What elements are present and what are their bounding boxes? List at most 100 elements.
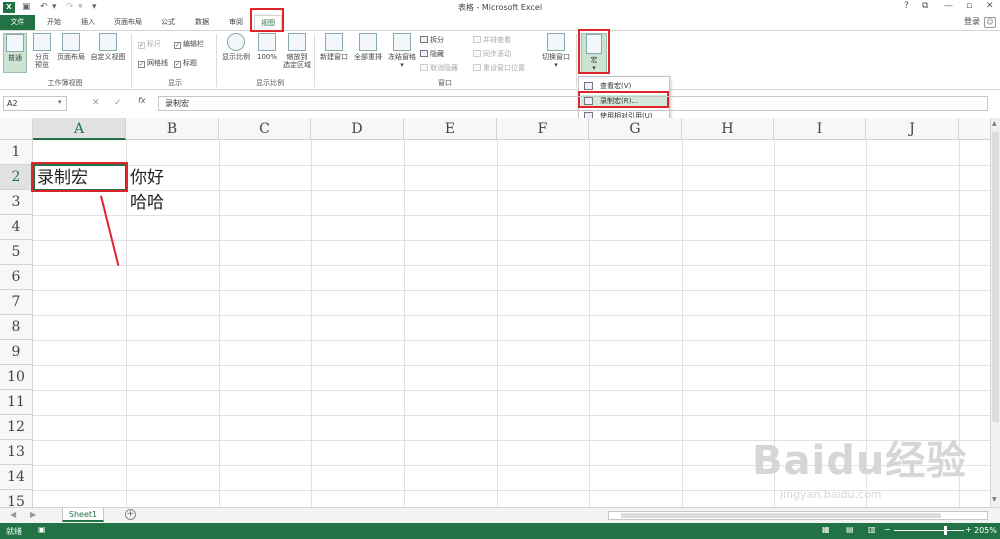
status-bar: 就绪 ▣ ▦ ▤ ▥ − + 205%: [0, 523, 1000, 539]
tab-file[interactable]: 文件: [0, 15, 35, 30]
zoom-100-button[interactable]: 100%: [254, 33, 280, 73]
horizontal-scrollbar[interactable]: [608, 511, 988, 520]
switch-windows-button[interactable]: 切换窗口 ▾: [540, 33, 572, 77]
normal-view-button[interactable]: 普通: [3, 33, 27, 73]
cell-b3[interactable]: 哈哈: [130, 191, 164, 215]
cancel-icon[interactable]: ✕: [92, 98, 100, 108]
zoom-to-selection-button[interactable]: 缩放到 选定区域: [282, 33, 312, 75]
row-header-12[interactable]: 12: [0, 415, 33, 440]
group-label-zoom: 显示比例: [256, 79, 284, 87]
column-header-b[interactable]: B: [126, 118, 219, 140]
horizontal-scroll-thumb[interactable]: [621, 513, 941, 518]
view-side-by-side-button[interactable]: 并排查看: [473, 35, 511, 45]
add-sheet-icon[interactable]: +: [125, 509, 136, 520]
row-header-6[interactable]: 6: [0, 265, 33, 290]
sync-scrolling-button[interactable]: 同步滚动: [473, 49, 511, 59]
page-layout-view-button[interactable]: 页面布局: [55, 33, 87, 73]
column-header-c[interactable]: C: [219, 118, 311, 140]
zoom-out-icon[interactable]: −: [884, 525, 891, 534]
gridlines-checkbox[interactable]: ✓ 网格线: [138, 58, 168, 68]
column-header-e[interactable]: E: [404, 118, 497, 140]
vertical-scroll-thumb[interactable]: [992, 132, 999, 422]
zoom-slider[interactable]: [894, 530, 964, 531]
zoom-slider-thumb[interactable]: [944, 526, 947, 535]
page-break-status-icon[interactable]: ▥: [868, 525, 876, 534]
feedback-smiley-icon[interactable]: ☺: [984, 17, 996, 28]
select-all-corner[interactable]: [0, 118, 33, 140]
active-cell-border: [33, 164, 127, 191]
row-header-1[interactable]: 1: [0, 140, 33, 165]
page-break-preview-button[interactable]: 分页 预览: [30, 33, 54, 75]
login-link[interactable]: 登录: [964, 16, 980, 27]
reset-window-position-button[interactable]: 重设窗口位置: [473, 63, 525, 73]
row-header-15[interactable]: 15: [0, 490, 33, 507]
row-header-13[interactable]: 13: [0, 440, 33, 465]
title-bar: X ▣ ↶ ▾ ↷ ▾ ▾ 表格 - Microsoft Excel ? ⧉ —…: [0, 0, 1000, 15]
row-header-5[interactable]: 5: [0, 240, 33, 265]
page-layout-status-icon[interactable]: ▤: [846, 525, 854, 534]
name-box-dropdown-icon[interactable]: ▾: [58, 98, 62, 106]
minimize-icon[interactable]: —: [944, 1, 953, 11]
zoom-button[interactable]: 显示比例: [220, 33, 252, 73]
menu-item-view-macros[interactable]: 查看宏(V): [581, 80, 668, 92]
page-break-icon: [33, 33, 51, 51]
cell-b2[interactable]: 你好: [130, 166, 164, 190]
tab-home[interactable]: 开始: [40, 15, 68, 30]
next-sheet-icon[interactable]: ▶: [30, 510, 36, 519]
zoom-level[interactable]: 205%: [974, 526, 997, 535]
macros-button[interactable]: 宏 ▾: [581, 33, 607, 73]
row-header-2[interactable]: 2: [0, 165, 33, 190]
insert-function-icon[interactable]: fx: [138, 96, 146, 105]
prev-sheet-icon[interactable]: ◀: [10, 510, 16, 519]
row-header-11[interactable]: 11: [0, 390, 33, 415]
tab-page-layout[interactable]: 页面布局: [108, 15, 148, 30]
custom-views-icon: [99, 33, 117, 51]
arrange-all-button[interactable]: 全部重排: [352, 33, 384, 73]
side-by-side-icon: [473, 36, 481, 43]
hide-icon: [420, 50, 428, 57]
split-button[interactable]: 拆分: [420, 35, 444, 45]
ribbon-display-icon[interactable]: ⧉: [922, 1, 928, 11]
reset-window-icon: [473, 64, 481, 71]
row-header-4[interactable]: 4: [0, 215, 33, 240]
maximize-icon[interactable]: ▫: [966, 1, 972, 11]
zoom-in-icon[interactable]: +: [965, 525, 972, 534]
row-header-14[interactable]: 14: [0, 465, 33, 490]
sheet-tab-sheet1[interactable]: Sheet1: [62, 508, 104, 522]
enter-icon[interactable]: ✓: [114, 98, 122, 108]
new-window-button[interactable]: 新建窗口: [318, 33, 350, 73]
custom-views-button[interactable]: 自定义视图: [88, 33, 128, 73]
headings-checkbox[interactable]: ✓ 标题: [174, 58, 197, 68]
column-header-d[interactable]: D: [311, 118, 404, 140]
close-icon[interactable]: ✕: [986, 1, 994, 11]
formula-input[interactable]: 录制宏: [158, 96, 988, 111]
column-header-j[interactable]: J: [866, 118, 959, 140]
normal-view-status-icon[interactable]: ▦: [822, 525, 830, 534]
help-icon[interactable]: ?: [904, 1, 909, 11]
formula-bar-checkbox[interactable]: ✓ 编辑栏: [174, 39, 204, 49]
column-header-f[interactable]: F: [497, 118, 589, 140]
freeze-panes-button[interactable]: 冻结窗格 ▾: [386, 33, 418, 77]
column-header-i[interactable]: I: [774, 118, 866, 140]
tab-view[interactable]: 视图: [254, 15, 282, 31]
row-header-3[interactable]: 3: [0, 190, 33, 215]
unhide-button[interactable]: 取消隐藏: [420, 63, 458, 73]
column-header-a[interactable]: A: [33, 118, 126, 140]
tab-insert[interactable]: 插入: [74, 15, 102, 30]
ruler-checkbox[interactable]: ✓ 标尺: [138, 39, 161, 49]
column-header-g[interactable]: G: [589, 118, 682, 140]
vertical-scrollbar[interactable]: ▲ ▼: [990, 118, 1000, 507]
column-header-k[interactable]: [959, 118, 990, 140]
tab-formulas[interactable]: 公式: [154, 15, 182, 30]
macro-record-icon[interactable]: ▣: [38, 525, 46, 534]
group-label-window: 窗口: [438, 79, 452, 87]
row-header-9[interactable]: 9: [0, 340, 33, 365]
ribbon-tabs: 文件 开始 插入 页面布局 公式 数据 审阅 视图: [0, 15, 1000, 31]
row-header-7[interactable]: 7: [0, 290, 33, 315]
tab-review[interactable]: 审阅: [222, 15, 250, 30]
row-header-8[interactable]: 8: [0, 315, 33, 340]
row-header-10[interactable]: 10: [0, 365, 33, 390]
column-header-h[interactable]: H: [682, 118, 774, 140]
hide-button[interactable]: 隐藏: [420, 49, 444, 59]
tab-data[interactable]: 数据: [188, 15, 216, 30]
